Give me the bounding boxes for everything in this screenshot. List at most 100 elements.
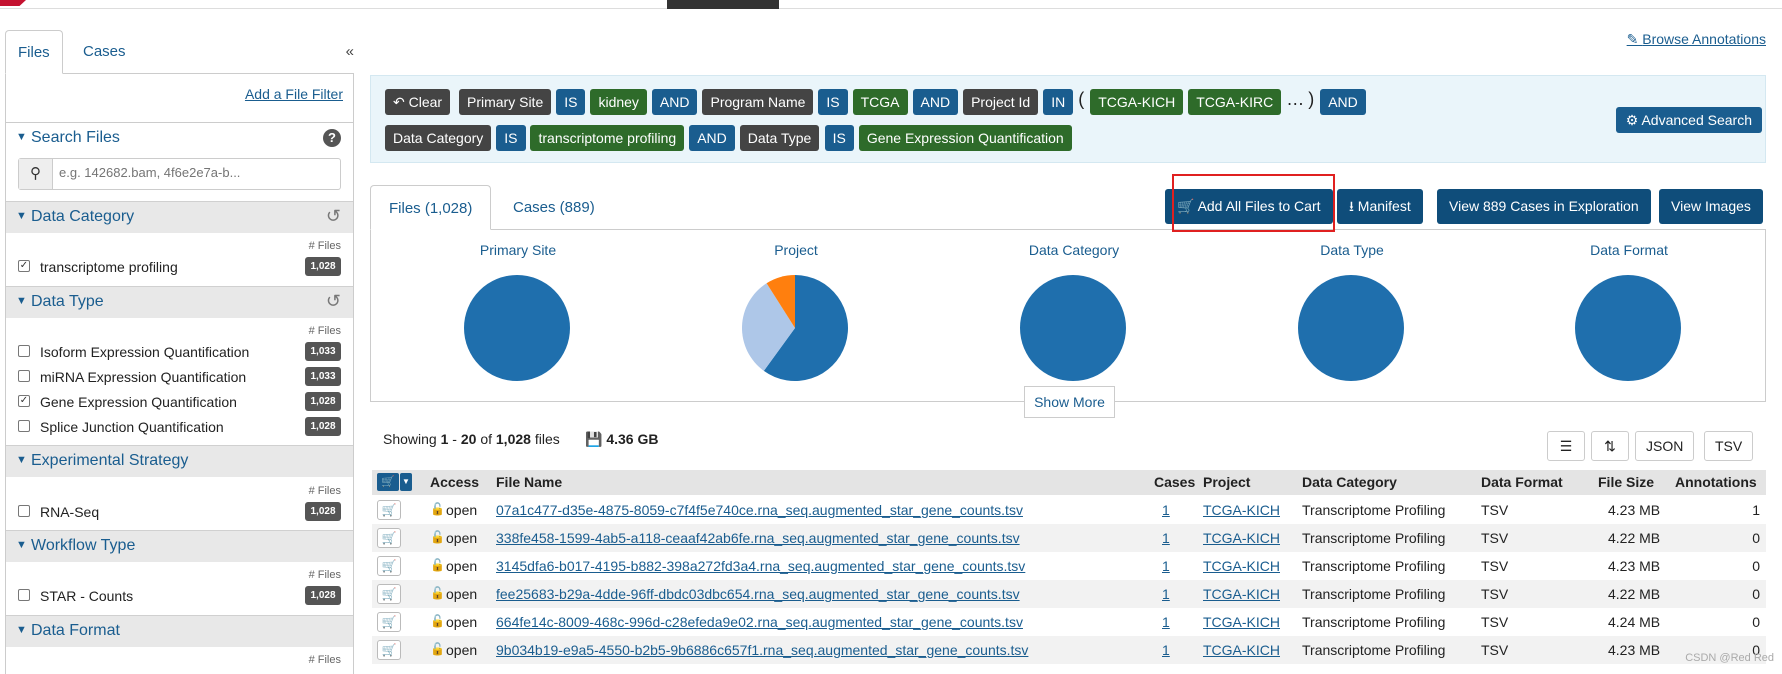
column-header-project[interactable]: Project <box>1203 474 1250 490</box>
query-token[interactable]: IS <box>818 89 848 115</box>
project-link[interactable]: TCGA-KICH <box>1203 586 1280 602</box>
column-header-data-category[interactable]: Data Category <box>1302 474 1397 490</box>
case-count-link[interactable]: 1 <box>1162 558 1170 574</box>
query-token[interactable]: AND <box>689 125 735 151</box>
tab-cases-results[interactable]: Cases (889) <box>495 185 613 230</box>
project-link[interactable]: TCGA-KICH <box>1203 502 1280 518</box>
pie-chart-data-type[interactable] <box>1295 272 1407 384</box>
facet-row[interactable]: ✓ Gene Expression Quantification 1,028 <box>18 391 341 413</box>
view-cases-in-exploration-button[interactable]: View 889 Cases in Exploration <box>1437 189 1651 224</box>
add-file-filter-link[interactable]: Add a File Filter <box>245 86 343 102</box>
json-export-button[interactable]: JSON <box>1635 431 1695 461</box>
column-header-file-name[interactable]: File Name <box>496 474 562 490</box>
view-images-button[interactable]: View Images <box>1659 189 1763 224</box>
query-token[interactable]: Program Name <box>702 89 814 115</box>
reset-icon[interactable]: ↺ <box>326 291 341 312</box>
cart-dropdown-icon[interactable]: ▼ <box>400 473 412 491</box>
sort-button[interactable]: ⇅ <box>1591 431 1629 461</box>
query-token[interactable]: Data Type <box>739 125 820 151</box>
pie-chart-data-category[interactable] <box>1017 272 1129 384</box>
manifest-button[interactable]: ⭳ Manifest <box>1337 189 1423 224</box>
case-count-link[interactable]: 1 <box>1162 502 1170 518</box>
query-token[interactable]: TCGA <box>852 89 908 115</box>
column-header-annotations[interactable]: Annotations <box>1675 474 1757 490</box>
tab-files[interactable]: Files <box>5 30 63 74</box>
file-search-input[interactable] <box>59 165 329 180</box>
file-name-link[interactable]: 07a1c477-d35e-4875-8059-c7f4f5e740ce.rna… <box>496 502 1023 518</box>
add-to-cart-icon[interactable]: 🛒 <box>377 612 401 632</box>
query-token[interactable]: AND <box>1320 89 1366 115</box>
pie-slice[interactable] <box>464 275 570 381</box>
facet-row[interactable]: RNA-Seq 1,028 <box>18 501 341 523</box>
search-files-header[interactable]: ▼ Search Files ? <box>6 122 353 154</box>
facet-header-data-category[interactable]: ▼ Data Category ↺ <box>6 201 353 233</box>
checkbox[interactable] <box>18 589 30 601</box>
case-count-link[interactable]: 1 <box>1162 642 1170 658</box>
case-count-link[interactable]: 1 <box>1162 586 1170 602</box>
column-header-data-format[interactable]: Data Format <box>1481 474 1563 490</box>
project-link[interactable]: TCGA-KICH <box>1203 530 1280 546</box>
add-to-cart-icon[interactable]: 🛒 <box>377 556 401 576</box>
column-header-file-size[interactable]: File Size <box>1598 474 1654 490</box>
collapse-sidebar-icon[interactable]: « <box>346 43 354 60</box>
query-token[interactable]: TCGA-KICH <box>1090 89 1184 115</box>
tab-files-results[interactable]: Files (1,028) <box>370 185 492 230</box>
active-nav-tab[interactable] <box>667 0 779 9</box>
cart-select-all-icon[interactable]: 🛒 <box>377 473 399 491</box>
column-header-access[interactable]: Access <box>430 474 479 490</box>
query-token[interactable]: Primary Site <box>459 89 552 115</box>
project-link[interactable]: TCGA-KICH <box>1203 614 1280 630</box>
checkbox[interactable] <box>18 420 30 432</box>
tsv-export-button[interactable]: TSV <box>1704 431 1754 461</box>
add-to-cart-icon[interactable]: 🛒 <box>377 640 401 660</box>
query-token[interactable]: kidney <box>590 89 647 115</box>
query-token[interactable]: Data Category <box>385 125 492 151</box>
column-list-button[interactable]: ☰ <box>1547 431 1585 461</box>
reset-icon[interactable]: ↺ <box>326 206 341 227</box>
pie-slice[interactable] <box>1020 275 1126 381</box>
facet-row[interactable]: ✓ transcriptome profiling 1,028 <box>18 256 341 278</box>
tab-cases[interactable]: Cases <box>71 30 138 74</box>
file-name-link[interactable]: fee25683-b29a-4dde-96ff-dbdc03dbc654.rna… <box>496 586 1020 602</box>
help-icon[interactable]: ? <box>323 129 341 147</box>
query-token[interactable]: transcriptome profiling <box>530 125 685 151</box>
query-token[interactable]: TCGA-KIRC <box>1188 89 1282 115</box>
pie-slice[interactable] <box>1298 275 1404 381</box>
facet-header-data-format[interactable]: ▼ Data Format <box>6 615 353 647</box>
query-token[interactable]: AND <box>912 89 959 115</box>
checkbox[interactable] <box>18 345 30 357</box>
query-token[interactable]: IN <box>1043 89 1074 115</box>
query-token[interactable]: IS <box>824 125 854 151</box>
facet-row[interactable]: Isoform Expression Quantification 1,033 <box>18 341 341 363</box>
query-token[interactable]: IS <box>556 89 586 115</box>
checkbox-checked[interactable]: ✓ <box>18 395 30 407</box>
pie-chart-primary-site[interactable] <box>461 272 573 384</box>
query-token[interactable]: Project Id <box>963 89 1039 115</box>
facet-row[interactable]: STAR - Counts 1,028 <box>18 585 341 607</box>
column-header-cases[interactable]: Cases <box>1154 474 1195 490</box>
file-name-link[interactable]: 664fe14c-8009-468c-996d-c28efeda9e02.rna… <box>496 614 1023 630</box>
case-count-link[interactable]: 1 <box>1162 530 1170 546</box>
pie-slice[interactable] <box>1575 275 1681 381</box>
facet-row[interactable]: miRNA Expression Quantification 1,033 <box>18 366 341 388</box>
checkbox[interactable] <box>18 370 30 382</box>
pie-chart-project[interactable] <box>739 272 851 384</box>
file-name-link[interactable]: 3145dfa6-b017-4195-b882-398a272fd3a4.rna… <box>496 558 1025 574</box>
facet-header-workflow-type[interactable]: ▼ Workflow Type <box>6 530 353 562</box>
file-name-link[interactable]: 338fe458-1599-4ab5-a118-ceaaf42ab6fe.rna… <box>496 530 1020 546</box>
add-to-cart-icon[interactable]: 🛒 <box>377 584 401 604</box>
facet-header-experimental-strategy[interactable]: ▼ Experimental Strategy <box>6 445 353 477</box>
facet-header-data-type[interactable]: ▼ Data Type ↺ <box>6 286 353 318</box>
checkbox-checked[interactable]: ✓ <box>18 260 30 272</box>
browse-annotations-link[interactable]: ✎ Browse Annotations <box>1627 31 1766 48</box>
logo-fragment[interactable] <box>0 0 26 6</box>
clear-query-button[interactable]: ↶ Clear <box>385 89 451 115</box>
add-to-cart-icon[interactable]: 🛒 <box>377 500 401 520</box>
add-to-cart-icon[interactable]: 🛒 <box>377 528 401 548</box>
query-token[interactable]: IS <box>496 125 526 151</box>
file-name-link[interactable]: 9b034b19-e9a5-4550-b2b5-9b6886c657f1.rna… <box>496 642 1028 658</box>
advanced-search-button[interactable]: ⚙ Advanced Search <box>1615 107 1762 133</box>
pie-chart-data-format[interactable] <box>1572 272 1684 384</box>
case-count-link[interactable]: 1 <box>1162 614 1170 630</box>
show-more-button[interactable]: Show More <box>1024 386 1115 418</box>
